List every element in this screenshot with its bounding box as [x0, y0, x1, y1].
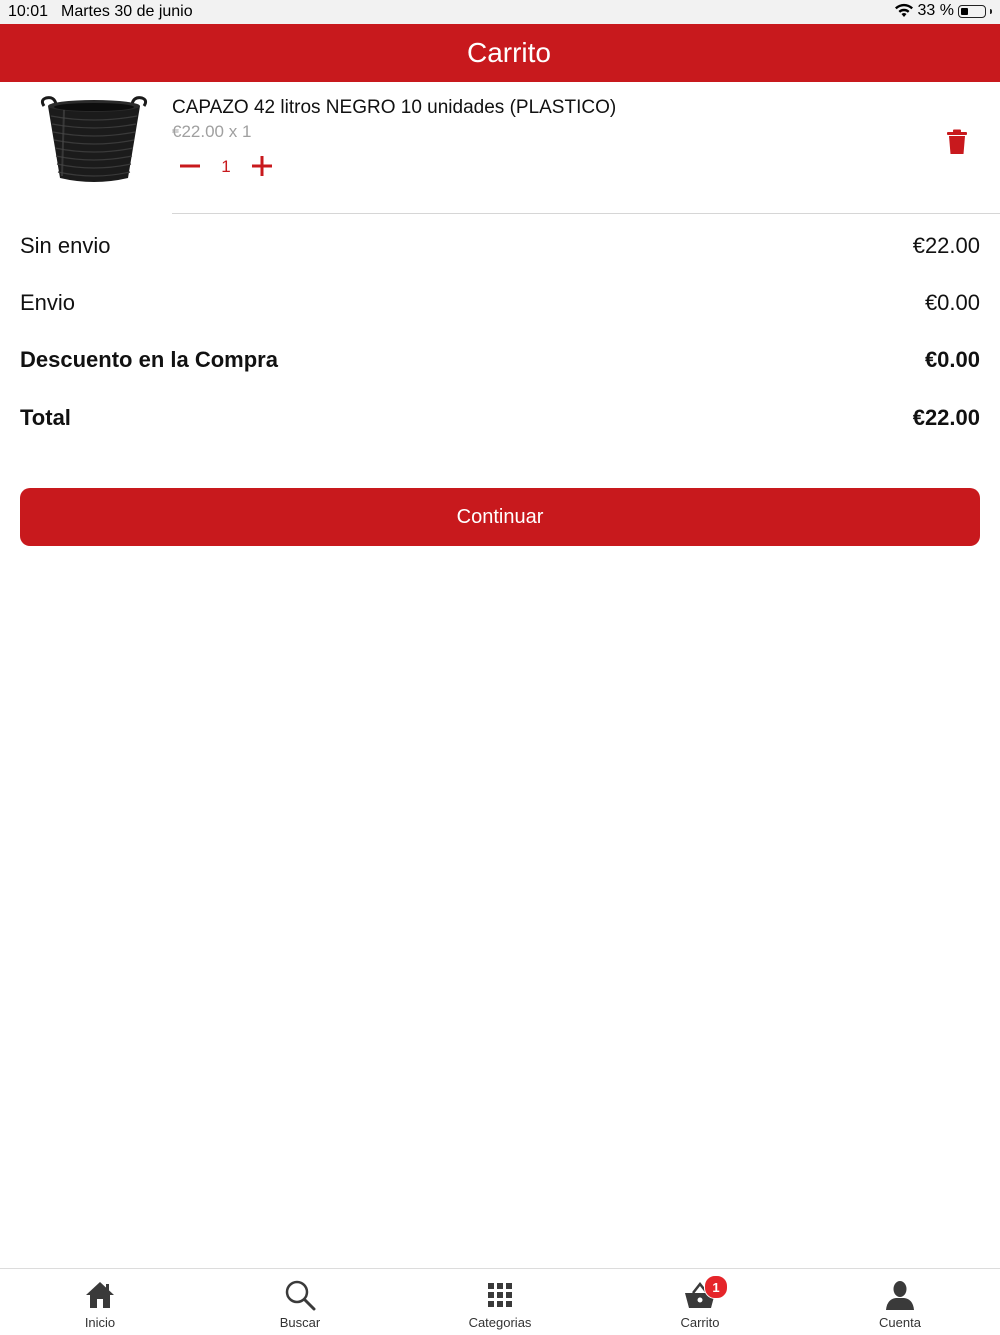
cart-count-badge: 1 — [704, 1275, 728, 1299]
plus-icon[interactable] — [250, 154, 274, 178]
black-bucket-image — [40, 96, 148, 182]
tab-cuenta[interactable]: Cuenta — [800, 1269, 1000, 1335]
nav-bar: Carrito — [0, 24, 1000, 82]
summary-shipping-row: Envio €0.00 — [20, 290, 980, 330]
quantity-value: 1 — [221, 157, 231, 176]
status-indicators: 33 % — [894, 2, 992, 20]
discount-label: Descuento en la Compra — [20, 347, 278, 372]
tab-label: Carrito — [680, 1315, 720, 1330]
item-divider — [172, 213, 1000, 214]
item-name: CAPAZO 42 litros NEGRO 10 unidades (PLAS… — [172, 97, 617, 118]
continue-button[interactable]: Continuar — [20, 488, 980, 546]
page-title: Carrito — [466, 37, 551, 68]
search-icon — [285, 1280, 316, 1311]
total-label: Total — [20, 405, 71, 430]
item-price: €22.00 x 1 — [172, 122, 252, 141]
tab-label: Inicio — [84, 1315, 116, 1330]
shipping-label: Envio — [20, 290, 76, 315]
tab-label: Categorias — [468, 1315, 532, 1330]
tab-inicio[interactable]: Inicio — [0, 1269, 200, 1335]
subtotal-value: €22.00 — [912, 233, 980, 258]
battery-percent: 33 % — [917, 2, 954, 19]
status-bar: 10:01 Martes 30 de junio 33 % — [0, 0, 1000, 24]
status-date: Martes 30 de junio — [61, 3, 193, 20]
continue-button-label: Continuar — [456, 505, 544, 528]
cart-item[interactable]: CAPAZO 42 litros NEGRO 10 unidades (PLAS… — [0, 82, 1000, 214]
shipping-value: €0.00 — [924, 290, 980, 315]
summary-discount-row: Descuento en la Compra €0.00 — [20, 347, 980, 387]
discount-value: €0.00 — [924, 347, 980, 372]
trash-icon[interactable] — [945, 129, 969, 155]
battery-icon — [958, 4, 986, 18]
tab-buscar[interactable]: Buscar — [200, 1269, 400, 1335]
tab-categorias[interactable]: Categorias — [400, 1269, 600, 1335]
status-time: 10:01 — [8, 3, 49, 20]
summary-subtotal-row: Sin envio €22.00 — [20, 233, 980, 273]
subtotal-label: Sin envio — [20, 233, 111, 258]
tab-bar: Inicio Buscar Categorias 1 Carrito Cuent… — [0, 1268, 1000, 1335]
tab-label: Cuenta — [879, 1315, 921, 1330]
tab-label: Buscar — [279, 1315, 321, 1330]
tab-carrito[interactable]: 1 Carrito — [600, 1269, 800, 1335]
grid-icon — [488, 1283, 512, 1307]
user-icon — [886, 1281, 914, 1310]
summary-total-row: Total €22.00 — [20, 405, 980, 445]
wifi-icon — [894, 3, 913, 17]
home-icon — [86, 1282, 114, 1308]
total-value: €22.00 — [912, 405, 980, 430]
minus-icon[interactable] — [178, 154, 202, 178]
battery-tip — [990, 8, 992, 14]
